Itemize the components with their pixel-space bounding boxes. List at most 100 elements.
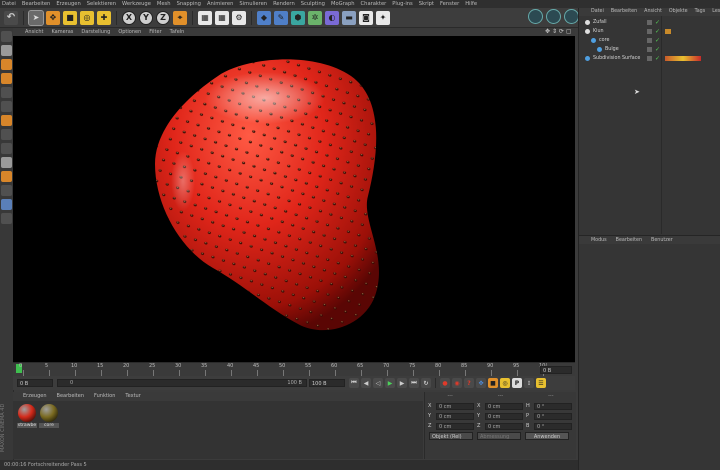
material-swatch[interactable]: strawbe bbox=[17, 404, 37, 428]
attribute-menu-bearbeiten[interactable]: Bearbeiten bbox=[616, 236, 642, 244]
viewport-menu-filter[interactable]: Filter bbox=[149, 28, 161, 36]
undo-icon[interactable]: ↶ bbox=[4, 10, 18, 25]
object-menu-ansicht[interactable]: Ansicht bbox=[644, 8, 662, 16]
move-tool-icon[interactable]: ✥ bbox=[46, 10, 60, 25]
menu-charakter[interactable]: Charakter bbox=[361, 0, 387, 8]
render-picture-viewer-icon[interactable]: ▦ bbox=[215, 10, 229, 25]
model-mode-icon[interactable] bbox=[1, 59, 12, 70]
object-menu-tags[interactable]: Tags bbox=[695, 8, 706, 16]
tag-icon[interactable] bbox=[665, 29, 671, 34]
planar-workplane-icon[interactable] bbox=[1, 213, 12, 224]
point-level-icon[interactable]: ⁝ bbox=[524, 378, 534, 388]
apply-button[interactable]: Anwenden bbox=[525, 432, 569, 440]
floor-icon[interactable]: ▬ bbox=[342, 10, 356, 25]
camera-icon[interactable]: ◙ bbox=[359, 10, 373, 25]
viewport[interactable] bbox=[13, 36, 575, 362]
object-name[interactable]: Bulge bbox=[605, 45, 619, 54]
viewport-solo-icon[interactable] bbox=[1, 157, 12, 168]
material-menu-funktion[interactable]: Funktion bbox=[94, 392, 115, 401]
object-name[interactable]: core bbox=[599, 36, 609, 45]
attribute-menu-benutzer[interactable]: Benutzer bbox=[651, 236, 673, 244]
material-swatch[interactable]: core bbox=[39, 404, 59, 428]
menu-hilfe[interactable]: Hilfe bbox=[465, 0, 477, 8]
enabled-check-icon[interactable]: ✓ bbox=[655, 45, 660, 54]
transform-tool-icon[interactable]: ✚ bbox=[97, 10, 111, 25]
enabled-check-icon[interactable]: ✓ bbox=[655, 54, 660, 63]
scale-tool-icon[interactable]: ■ bbox=[63, 10, 77, 25]
menu-mograph[interactable]: MoGraph bbox=[331, 0, 355, 8]
cube-icon[interactable]: ◆ bbox=[257, 10, 271, 25]
enabled-check-icon[interactable]: ✓ bbox=[655, 18, 660, 27]
menu-fenster[interactable]: Fenster bbox=[440, 0, 459, 8]
coordinate-value-field[interactable]: 0 ° bbox=[534, 412, 572, 420]
make-editable-icon[interactable] bbox=[1, 31, 12, 42]
snapping-icon[interactable] bbox=[1, 171, 12, 182]
subdivision-icon[interactable]: ⬢ bbox=[291, 10, 305, 25]
rotation-key-icon[interactable]: ◎ bbox=[500, 378, 510, 388]
object-name[interactable]: Subdivision Surface bbox=[593, 54, 640, 63]
parameter-key-icon[interactable]: P bbox=[512, 378, 522, 388]
deformer-icon[interactable]: ◐ bbox=[325, 10, 339, 25]
coordinate-value-field[interactable]: 0 ° bbox=[534, 402, 572, 410]
object-row[interactable]: Kiun ✓ bbox=[579, 27, 720, 36]
start-frame-field[interactable]: 0 B bbox=[17, 379, 53, 387]
object-row[interactable]: core ✓ bbox=[579, 36, 720, 45]
render-settings-icon[interactable]: ⚙ bbox=[232, 10, 246, 25]
visibility-toggle-icon[interactable] bbox=[647, 38, 652, 43]
play-backwards-icon[interactable]: ◁ bbox=[373, 378, 383, 388]
enabled-check-icon[interactable]: ✓ bbox=[655, 27, 660, 36]
next-key-icon[interactable]: ▶ bbox=[397, 378, 407, 388]
visibility-toggle-icon[interactable] bbox=[647, 29, 652, 34]
object-menu-datei[interactable]: Datei bbox=[591, 8, 604, 16]
menu-werkzeuge[interactable]: Werkzeuge bbox=[122, 0, 151, 8]
array-icon[interactable]: ✲ bbox=[308, 10, 322, 25]
coordinate-value-field[interactable]: 0 cm bbox=[436, 412, 474, 420]
texture-mode-icon[interactable] bbox=[1, 45, 12, 56]
zoom-icon[interactable]: ⇕ bbox=[552, 28, 557, 35]
attribute-menu-modus[interactable]: Modus bbox=[591, 236, 607, 244]
visibility-toggle-icon[interactable] bbox=[647, 20, 652, 25]
points-mode-icon[interactable] bbox=[1, 87, 12, 98]
axis-mode-icon[interactable] bbox=[1, 129, 12, 140]
record-keys-icon[interactable]: ● bbox=[440, 378, 450, 388]
coordinate-size-select[interactable]: Abmessung bbox=[477, 432, 521, 440]
menu-mesh[interactable]: Mesh bbox=[157, 0, 171, 8]
go-to-end-icon[interactable]: ⏭ bbox=[409, 378, 419, 388]
coordinate-value-field[interactable]: 0 cm bbox=[485, 402, 523, 410]
menu-sculpting[interactable]: Sculpting bbox=[301, 0, 325, 8]
visibility-toggle-icon[interactable] bbox=[647, 56, 652, 61]
tag-icon[interactable] bbox=[665, 56, 701, 61]
menu-animieren[interactable]: Animieren bbox=[207, 0, 233, 8]
object-menu-bearbeiten[interactable]: Bearbeiten bbox=[611, 8, 637, 16]
visibility-toggle-icon[interactable] bbox=[647, 47, 652, 52]
layout-button-1[interactable] bbox=[528, 9, 543, 24]
object-menu-objekte[interactable]: Objekte bbox=[669, 8, 688, 16]
scale-key-icon[interactable]: ■ bbox=[488, 378, 498, 388]
play-icon[interactable]: ▶ bbox=[385, 378, 395, 388]
axis-x-button[interactable]: X bbox=[122, 10, 136, 25]
object-menu-lese[interactable]: Lese bbox=[712, 8, 720, 16]
enabled-check-icon[interactable]: ✓ bbox=[655, 36, 660, 45]
render-view-icon[interactable]: ▦ bbox=[198, 10, 212, 25]
object-name[interactable]: Kiun bbox=[593, 27, 604, 36]
menu-skript[interactable]: Skript bbox=[419, 0, 434, 8]
light-icon[interactable]: ✦ bbox=[376, 10, 390, 25]
menu-datei[interactable]: Datei bbox=[2, 0, 16, 8]
menu-selektieren[interactable]: Selektieren bbox=[87, 0, 116, 8]
layout-button-3[interactable] bbox=[564, 9, 579, 24]
pan-icon[interactable]: ✥ bbox=[545, 28, 550, 35]
select-tool-icon[interactable]: ➤ bbox=[28, 9, 44, 26]
coordinate-value-field[interactable]: 0 cm bbox=[485, 412, 523, 420]
menu-simulieren[interactable]: Simulieren bbox=[239, 0, 267, 8]
viewport-menu-kameras[interactable]: Kameras bbox=[51, 28, 73, 36]
rotate-tool-icon[interactable]: ◎ bbox=[80, 10, 94, 25]
object-mode-icon[interactable] bbox=[1, 73, 12, 84]
pen-spline-icon[interactable]: ✎ bbox=[274, 10, 288, 25]
keyframe-selection-icon[interactable]: ? bbox=[464, 378, 474, 388]
coordinate-value-field[interactable]: 0 ° bbox=[534, 422, 572, 430]
toggle-view-icon[interactable]: ▢ bbox=[566, 28, 572, 35]
material-menu-erzeugen[interactable]: Erzeugen bbox=[23, 392, 47, 401]
menu-erzeugen[interactable]: Erzeugen bbox=[56, 0, 80, 8]
object-row[interactable]: Subdivision Surface ✓ bbox=[579, 54, 720, 63]
viewport-menu-optionen[interactable]: Optionen bbox=[118, 28, 141, 36]
